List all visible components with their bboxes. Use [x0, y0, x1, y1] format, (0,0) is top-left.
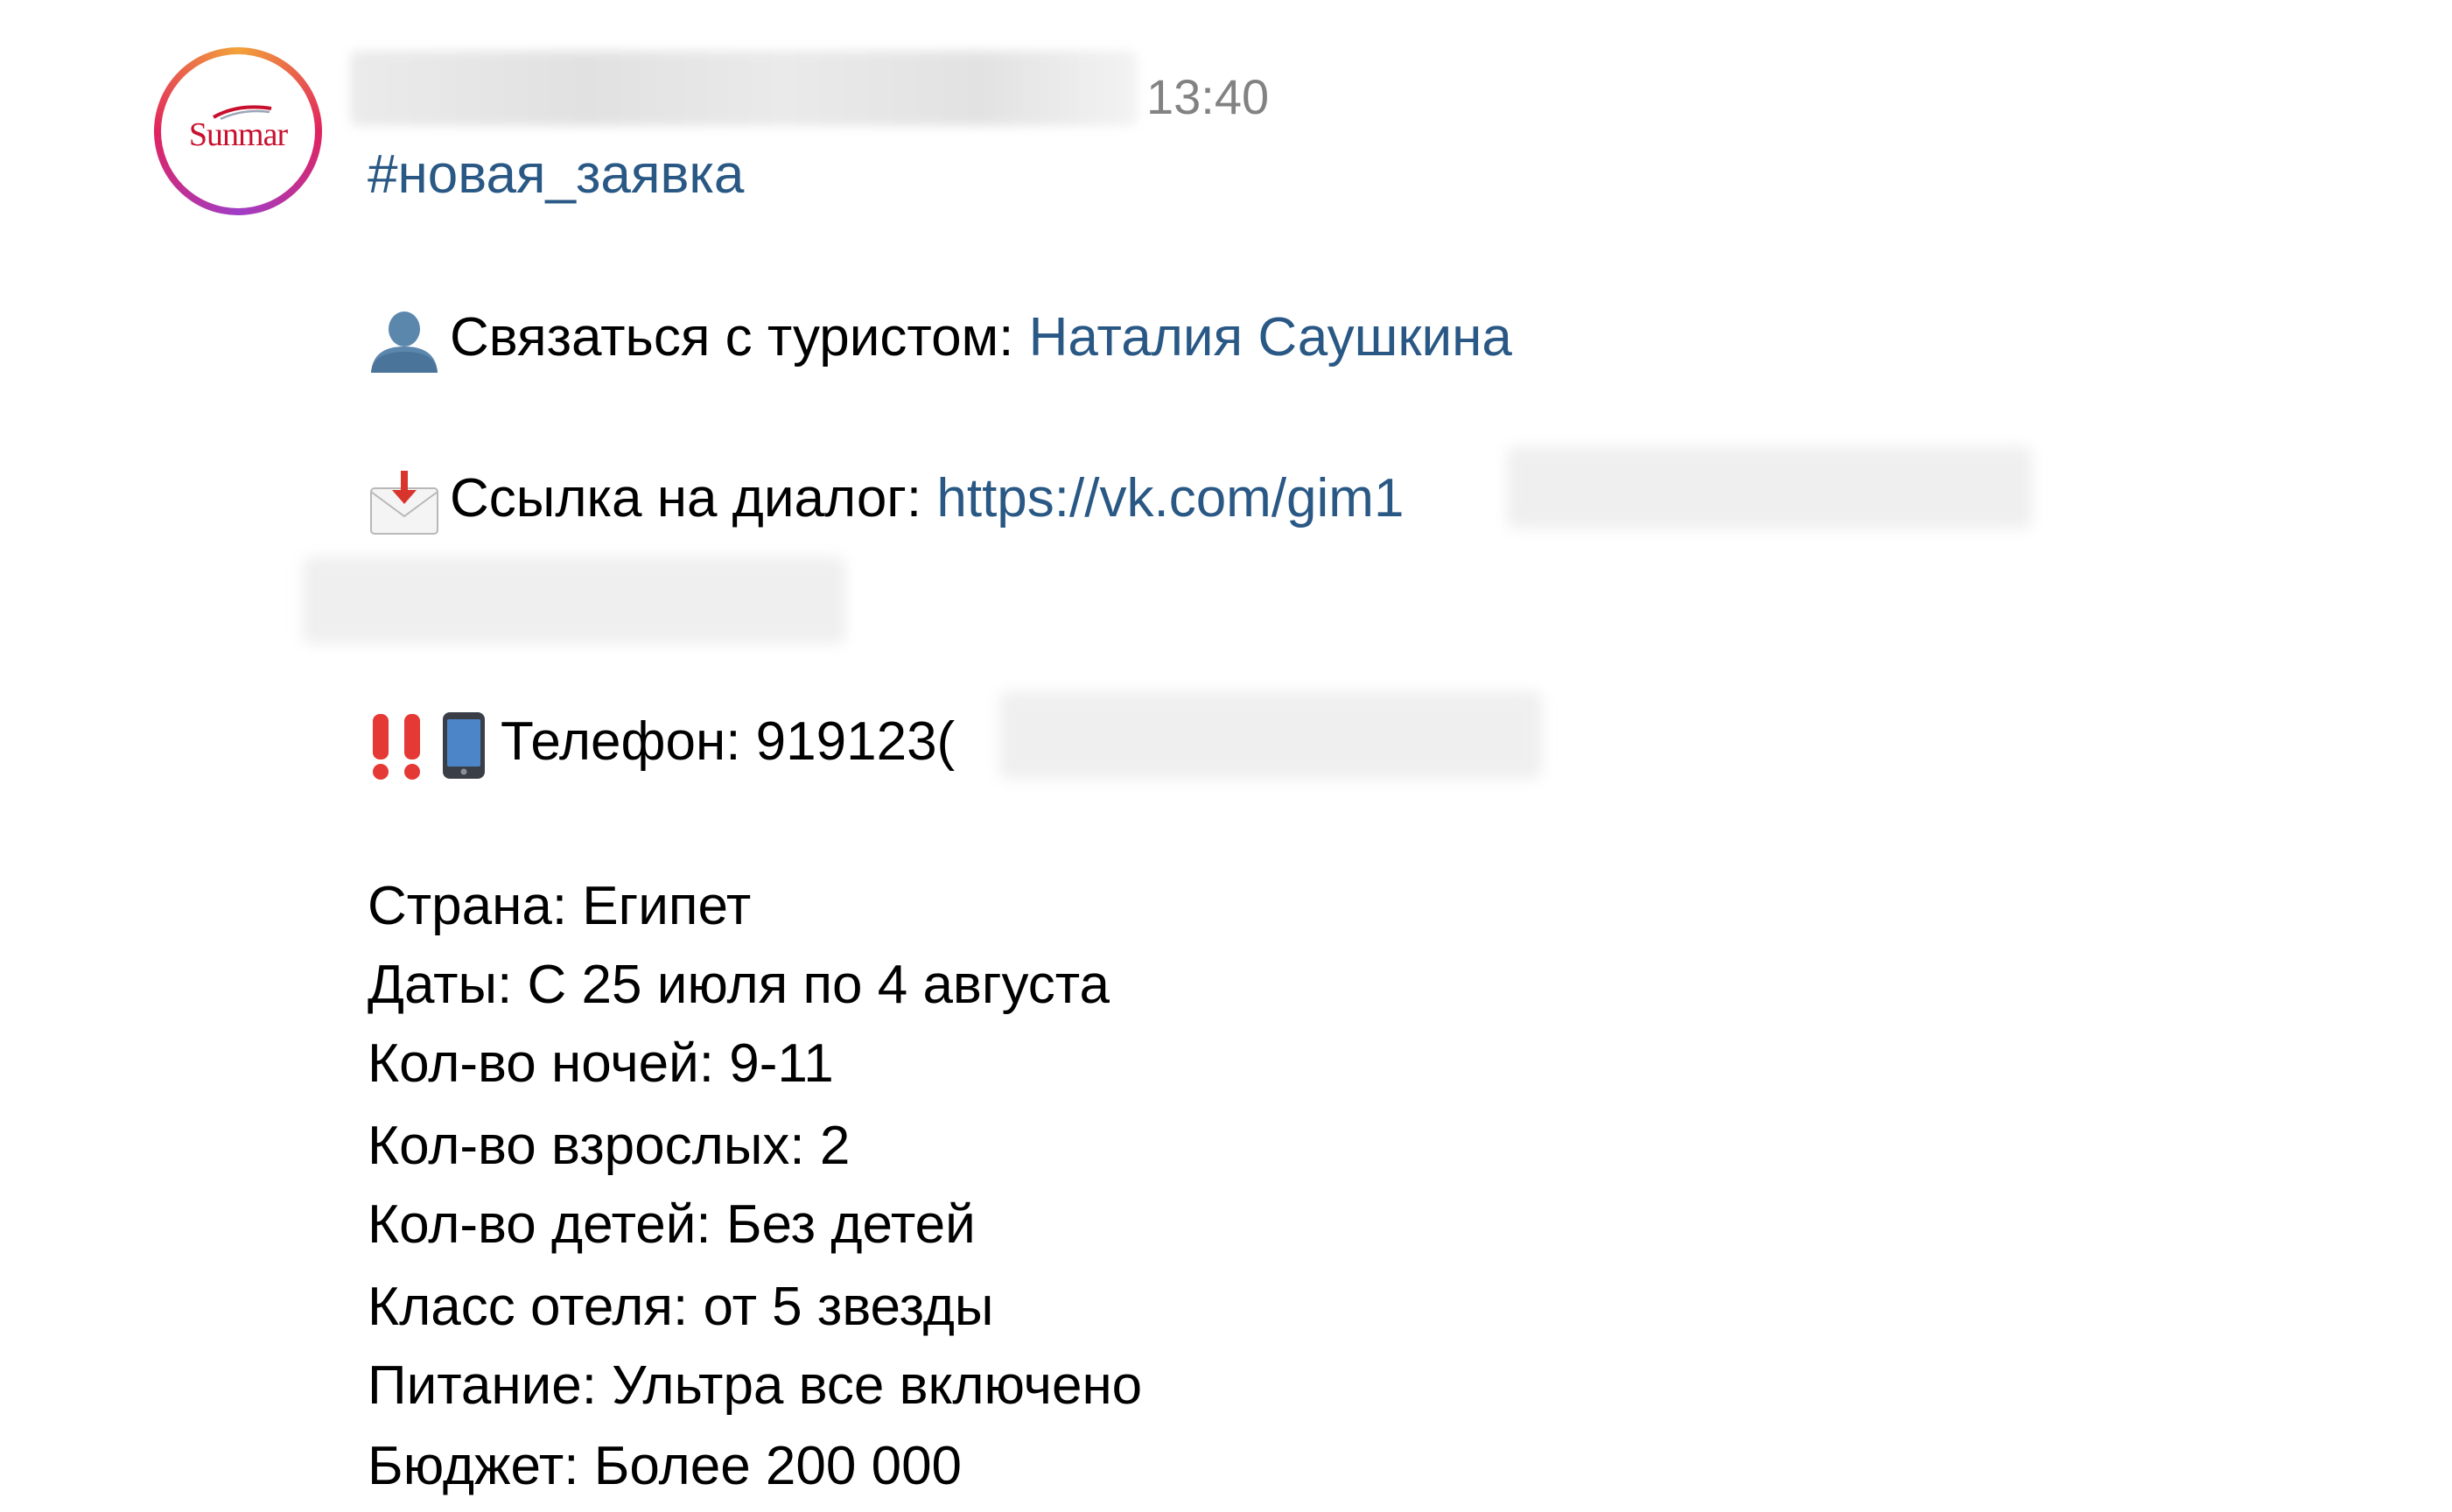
logo-swoosh-icon [213, 105, 272, 121]
avatar-text: Sunmar [188, 116, 288, 153]
user-icon [371, 311, 438, 373]
hashtag-link[interactable]: #новая_заявка [368, 140, 744, 210]
detail-hotel-class: Класс отеля: от 5 звезды [368, 1277, 994, 1337]
dialog-line: Ссылка на диалог: https://vk.com/gim1 [368, 464, 1404, 536]
phone-redacted [999, 691, 1542, 779]
contact-line: Связаться с туристом: Наталия Саушкина [368, 303, 1512, 374]
detail-meals: Питание: Ультра все включено [368, 1355, 1143, 1416]
sender-avatar[interactable]: Sunmar [154, 47, 322, 215]
dialog-url-redacted [1507, 446, 2032, 528]
detail-dates: Даты: С 25 июля по 4 августа [368, 955, 1110, 1015]
phone-label: Телефон: [501, 711, 741, 772]
tourist-name-link[interactable]: Наталия Саушкина [1029, 307, 1512, 368]
sender-name-redacted[interactable] [350, 51, 1138, 126]
detail-children: Кол-во детей: Без детей [368, 1194, 976, 1255]
dialog-url-link[interactable]: https://vk.com/gim1 [936, 468, 1404, 528]
detail-budget: Бюджет: Более 200 000 [368, 1436, 963, 1496]
message-time: 13:40 [1146, 69, 1270, 124]
dialog-url-redacted-continuation [303, 556, 845, 644]
chat-message: Sunmar 13:40 #новая_заявка Связаться с т… [0, 0, 2452, 1512]
avatar-logo: Sunmar [161, 54, 315, 208]
double-exclamation-icon [373, 713, 420, 780]
contact-label: Связаться с туристом: [450, 307, 1014, 368]
mobile-phone-icon [443, 711, 485, 779]
phone-value: 919123( [755, 711, 956, 772]
phone-line: Телефон: 919123( [368, 707, 955, 780]
detail-country: Страна: Египет [368, 876, 752, 936]
dialog-label: Ссылка на диалог: [450, 468, 922, 528]
detail-adults: Кол-во взрослых: 2 [368, 1116, 851, 1176]
detail-nights: Кол-во ночей: 9-11 [368, 1033, 834, 1094]
envelope-download-icon [370, 470, 438, 535]
